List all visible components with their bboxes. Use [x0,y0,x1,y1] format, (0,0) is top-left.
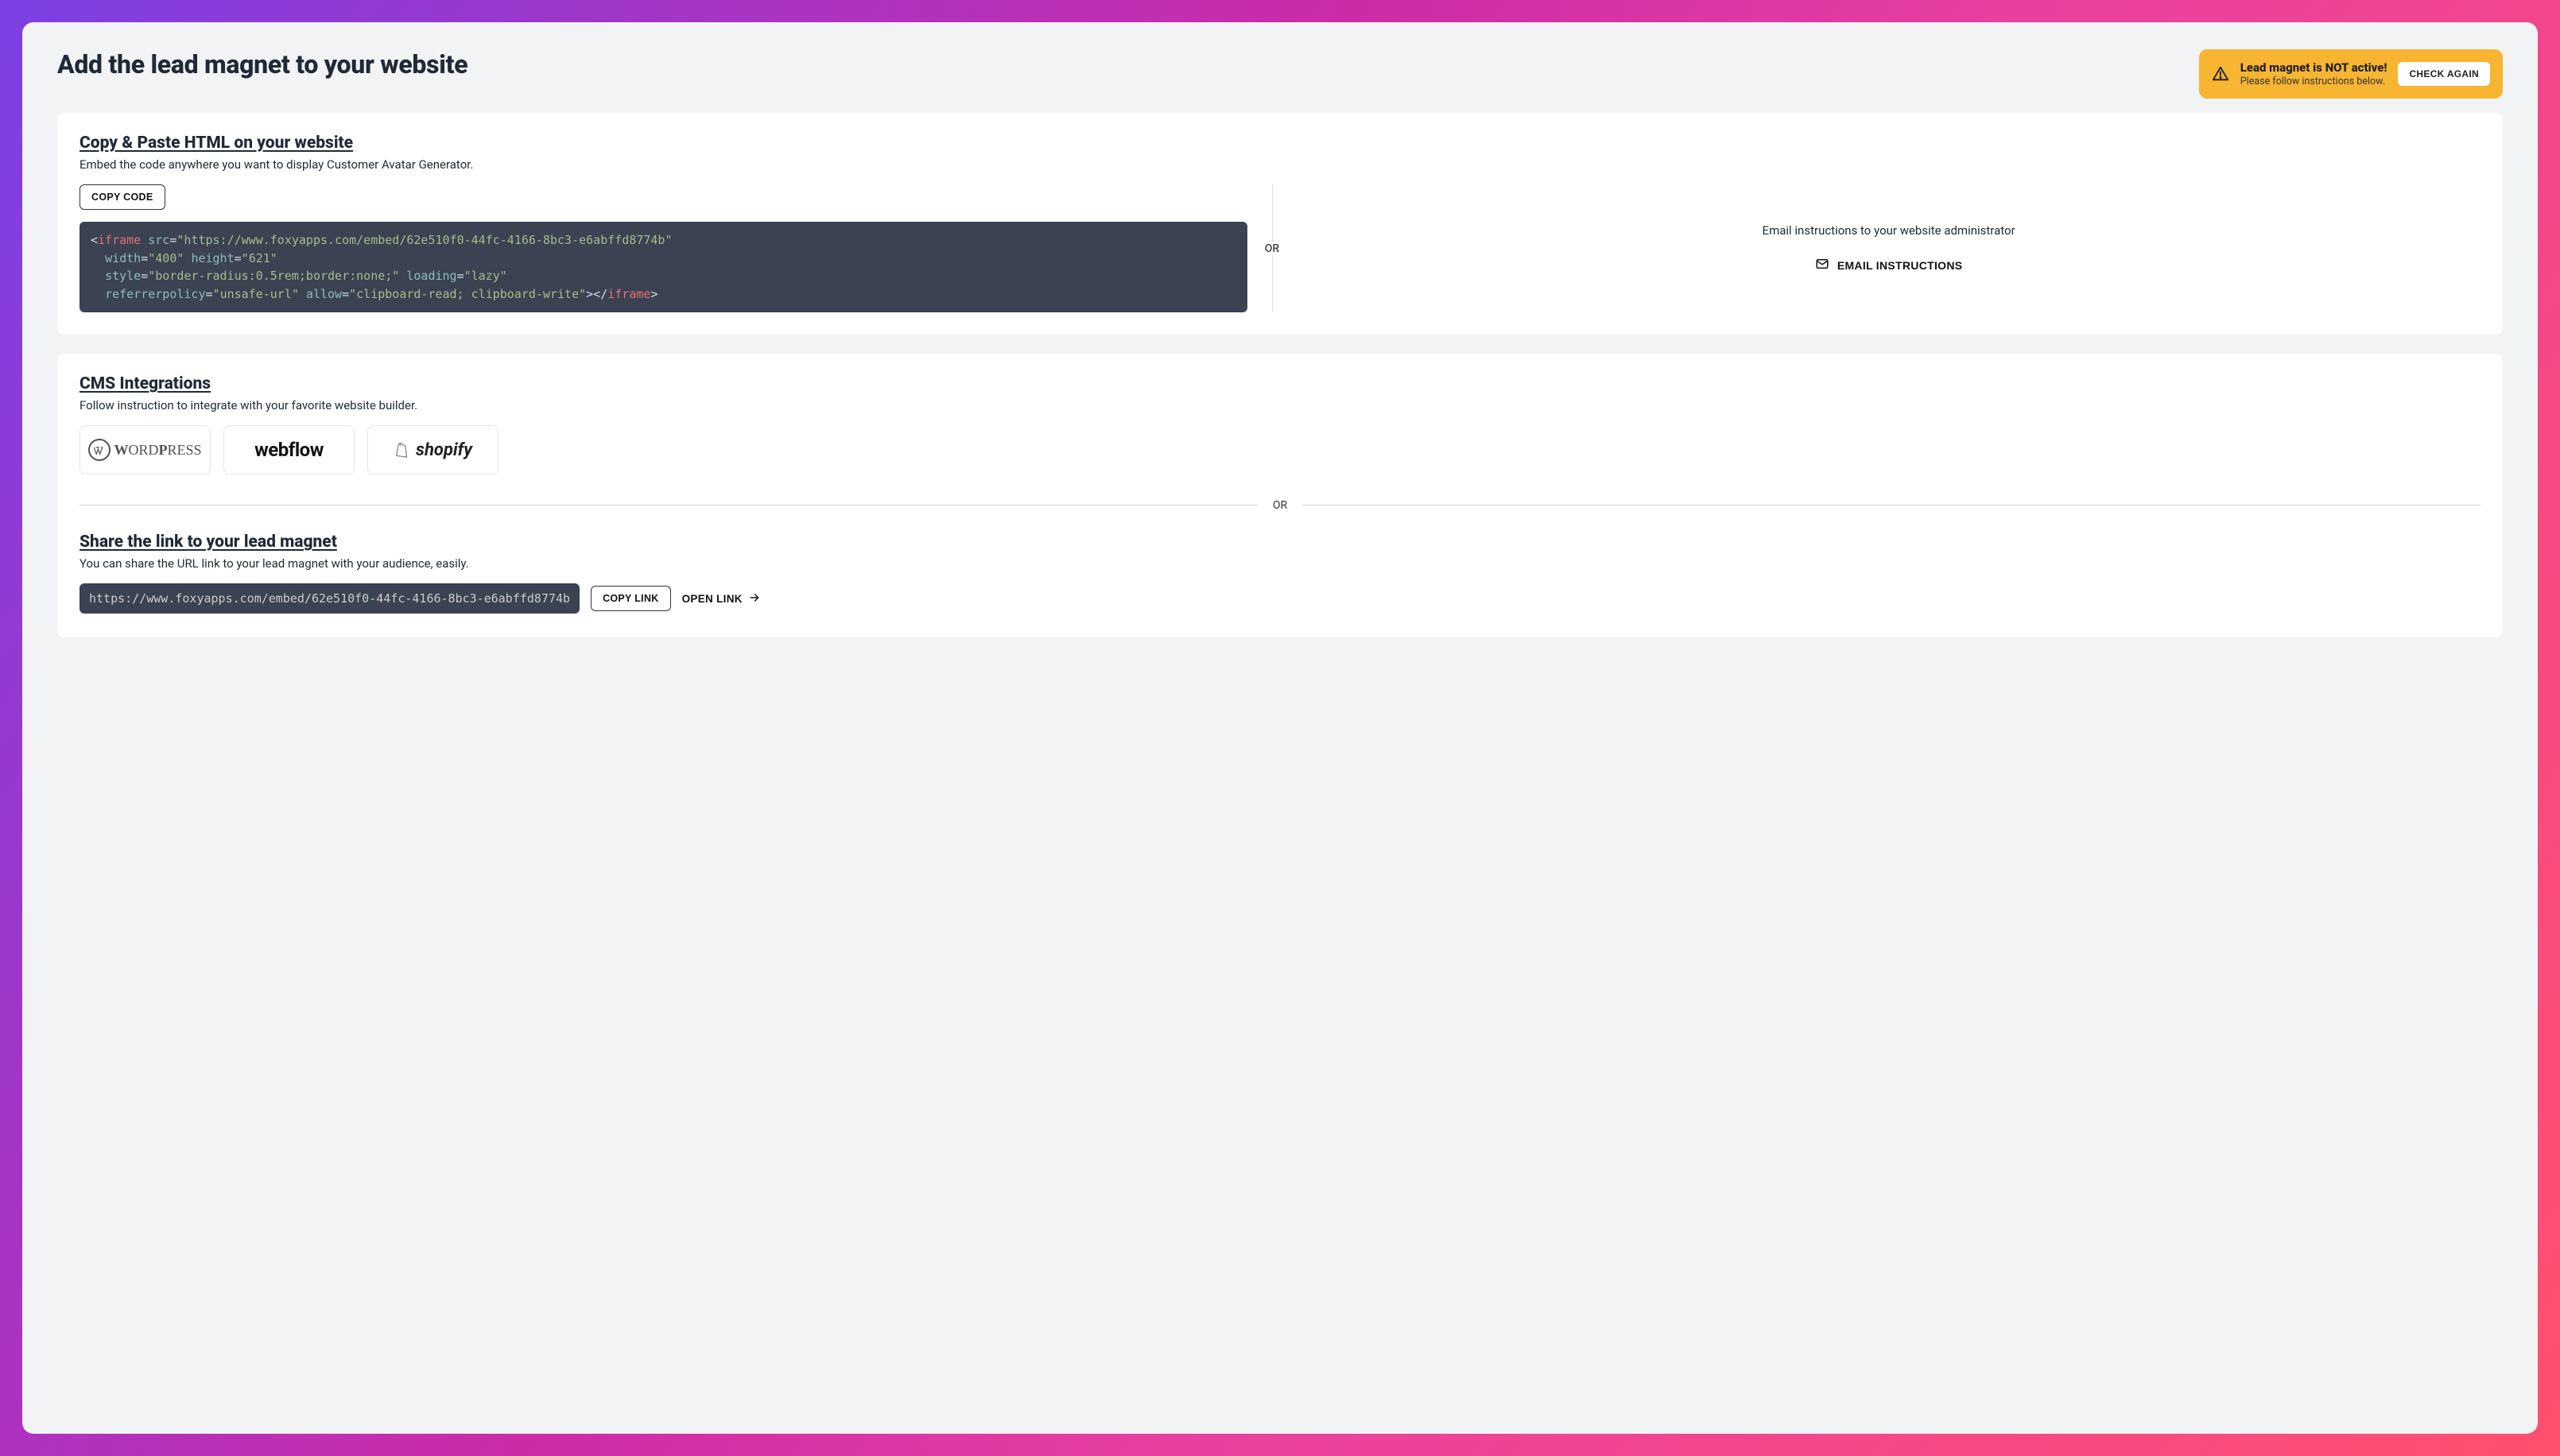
copy-paste-card: Copy & Paste HTML on your website Embed … [57,113,2503,335]
cms-section-subtitle: Follow instruction to integrate with you… [80,398,2480,412]
email-instructions-text: Email instructions to your website admin… [1763,223,2015,238]
open-link-button[interactable]: OPEN LINK [682,592,760,606]
share-section-title: Share the link to your lead magnet [80,532,2480,552]
share-link-card: Share the link to your lead magnet You c… [57,512,2503,637]
page-title: Add the lead magnet to your website [57,49,467,79]
horizontal-or-divider: OR [80,497,2480,512]
email-instructions-button[interactable]: EMAIL INSTRUCTIONS [1815,257,1963,273]
copy-left: COPY CODE <iframe src="https://www.foxya… [80,184,1247,312]
copy-right: Email instructions to your website admin… [1297,184,2480,312]
alert-subtitle: Please follow instructions below. [2240,76,2387,87]
check-again-button[interactable]: CHECK AGAIN [2398,62,2490,86]
webflow-logo-icon: webflow [254,439,324,461]
share-link-field[interactable]: https://www.foxyapps.com/embed/62e510f0-… [80,583,580,614]
alert-inactive: Lead magnet is NOT active! Please follow… [2199,49,2503,99]
or-label-mid: OR [1259,499,1301,512]
header-bar: Add the lead magnet to your website Lead… [22,22,2538,113]
share-section-subtitle: You can share the URL link to your lead … [80,556,2480,571]
copy-section-subtitle: Embed the code anywhere you want to disp… [80,157,2480,172]
copy-link-button[interactable]: COPY LINK [591,586,671,611]
or-label: OR [1265,242,1279,255]
share-row: https://www.foxyapps.com/embed/62e510f0-… [80,583,2480,614]
embed-code-block[interactable]: <iframe src="https://www.foxyapps.com/em… [80,222,1247,312]
alert-text: Lead magnet is NOT active! Please follow… [2240,60,2387,87]
copy-row: COPY CODE <iframe src="https://www.foxya… [80,184,2480,312]
shopify-logo-icon: shopify [394,440,472,460]
app-window: Add the lead magnet to your website Lead… [22,22,2538,1434]
open-link-label: OPEN LINK [682,593,743,605]
alert-title: Lead magnet is NOT active! [2240,60,2387,75]
cms-card: CMS Integrations Follow instruction to i… [57,354,2503,497]
vertical-or-divider: OR [1247,184,1297,312]
integrations-row: WORDPRESS webflow shopify [80,425,2480,474]
integration-webflow[interactable]: webflow [223,425,355,474]
integration-wordpress[interactable]: WORDPRESS [80,425,211,474]
arrow-right-icon [749,592,760,606]
envelope-icon [1815,257,1829,273]
integration-shopify[interactable]: shopify [367,425,498,474]
wordpress-logo-icon: WORDPRESS [88,439,201,461]
copy-code-button[interactable]: COPY CODE [80,184,165,210]
cms-section-title: CMS Integrations [80,374,2480,393]
email-instructions-label: EMAIL INSTRUCTIONS [1837,259,1963,272]
warning-triangle-icon [2212,65,2229,83]
copy-section-title: Copy & Paste HTML on your website [80,134,2480,153]
